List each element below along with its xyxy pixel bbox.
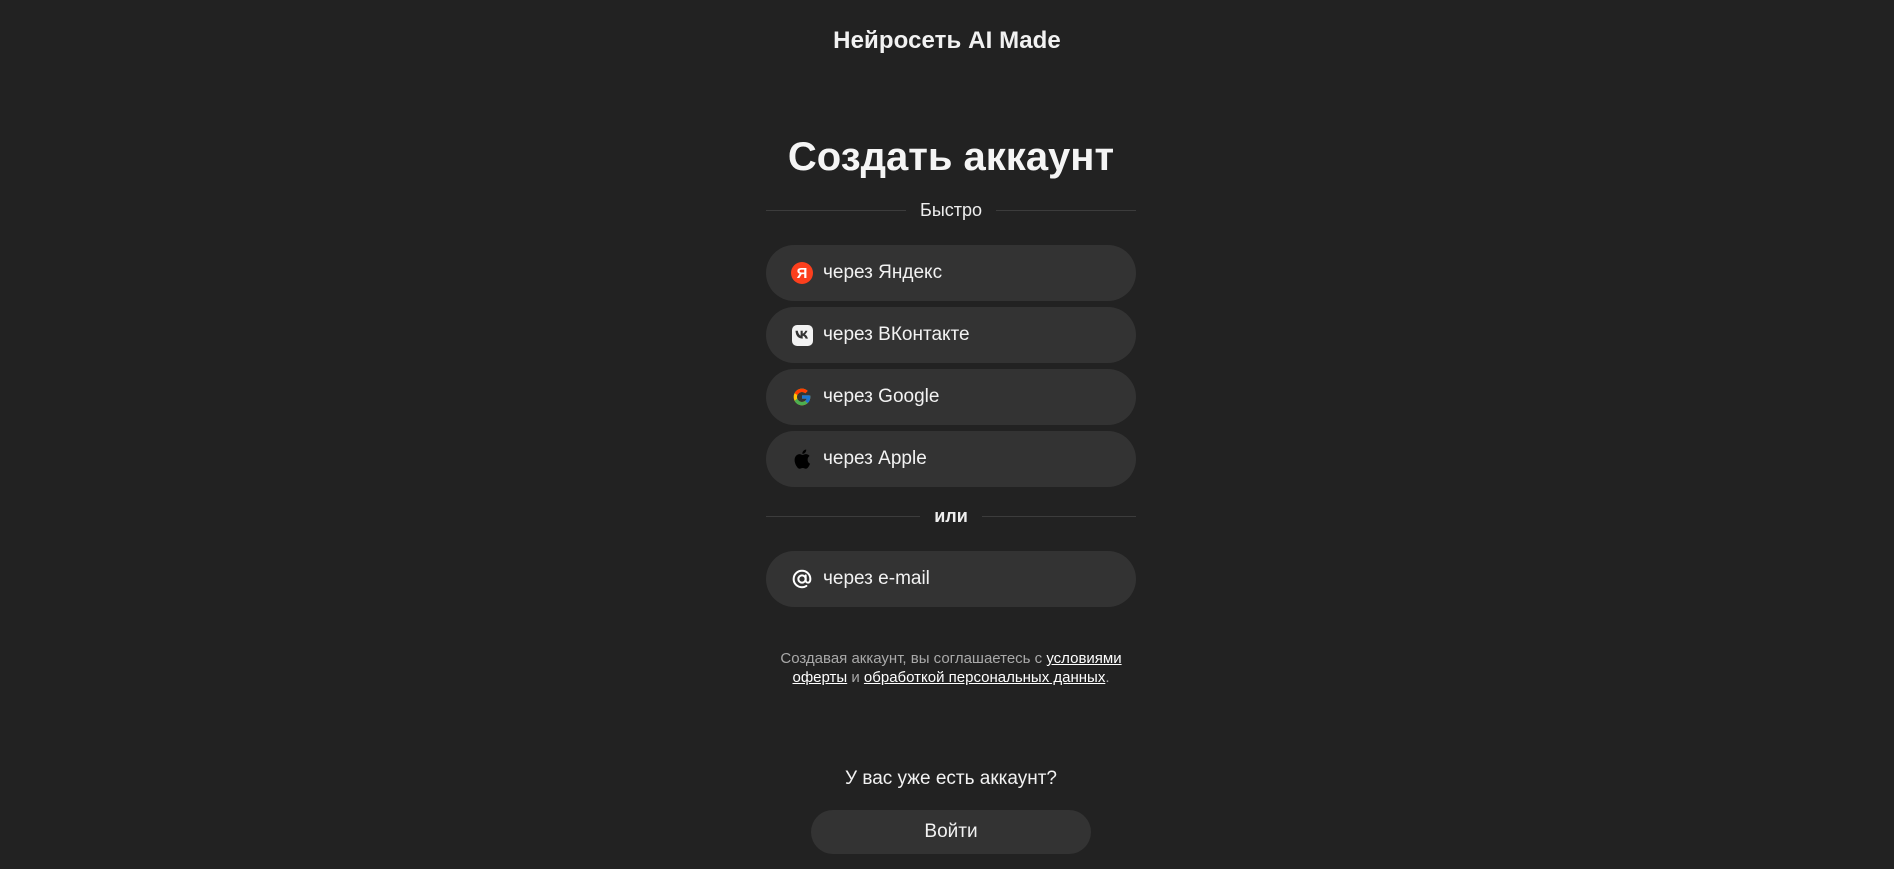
login-button[interactable]: Войти bbox=[811, 810, 1091, 854]
yandex-login-button[interactable]: Я через Яндекс bbox=[766, 245, 1136, 301]
brand-title: Нейросеть AI Made bbox=[833, 27, 1061, 54]
or-label: или bbox=[934, 506, 968, 526]
divider-line bbox=[996, 209, 1137, 211]
email-login-button[interactable]: через e-mail bbox=[766, 551, 1136, 607]
at-icon bbox=[791, 568, 813, 590]
terms-conjunction: и bbox=[851, 669, 860, 686]
vk-icon bbox=[791, 324, 813, 346]
google-icon bbox=[791, 386, 813, 408]
divider-line bbox=[766, 515, 921, 517]
divider-line bbox=[981, 515, 1137, 517]
apple-icon bbox=[791, 448, 813, 470]
email-login-label: через e-mail bbox=[823, 568, 930, 589]
vk-login-label: через ВКонтакте bbox=[823, 324, 970, 345]
page-title: Создать аккаунт bbox=[787, 135, 1115, 179]
divider-line bbox=[766, 209, 906, 211]
signup-page: Нейросеть AI Made Создать аккаунт Быстро… bbox=[0, 0, 1894, 869]
yandex-login-label: через Яндекс bbox=[823, 262, 943, 283]
or-divider: или bbox=[766, 506, 1137, 526]
vk-login-button[interactable]: через ВКонтакте bbox=[766, 307, 1136, 363]
terms-prefix: Создавая аккаунт, вы соглашаетесь с bbox=[780, 650, 1043, 667]
privacy-link[interactable]: обработкой персональных данных bbox=[864, 669, 1105, 686]
google-login-label: через Google bbox=[823, 386, 940, 407]
terms-notice: Создавая аккаунт, вы соглашаетесь с усло… bbox=[766, 649, 1136, 687]
google-login-button[interactable]: через Google bbox=[766, 369, 1136, 425]
apple-login-label: через Apple bbox=[823, 448, 927, 469]
terms-suffix: . bbox=[1105, 669, 1110, 686]
apple-login-button[interactable]: через Apple bbox=[766, 431, 1136, 487]
have-account-prompt: У вас уже есть аккаунт? bbox=[844, 768, 1057, 789]
yandex-icon: Я bbox=[791, 262, 813, 284]
fast-label: Быстро bbox=[920, 200, 983, 220]
fast-divider: Быстро bbox=[766, 200, 1137, 220]
